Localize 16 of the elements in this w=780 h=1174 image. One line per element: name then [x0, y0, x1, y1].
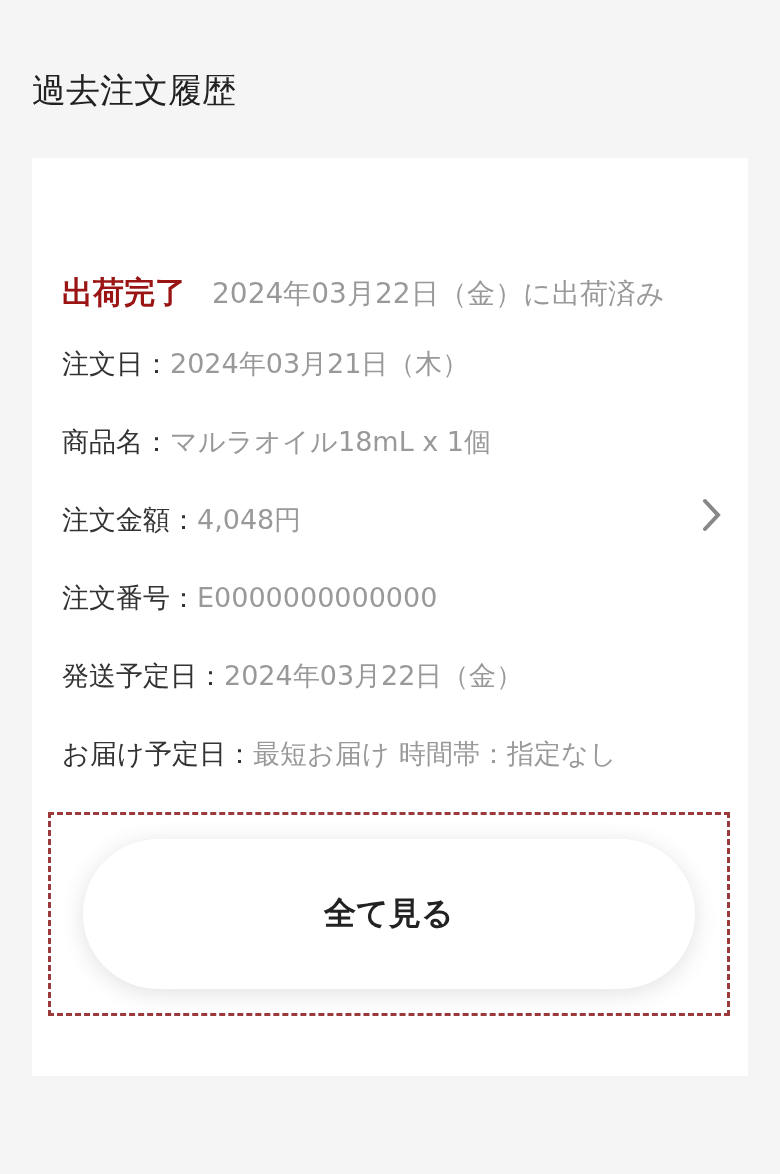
detail-value: E0000000000000 [197, 582, 438, 613]
detail-label: 注文日： [62, 348, 170, 379]
chevron-right-icon[interactable] [702, 498, 722, 532]
shipping-status: 出荷完了 2024年03月22日（金）に出荷済み [62, 273, 666, 312]
detail-label: 発送予定日： [62, 660, 224, 691]
page-title: 過去注文履歴 [31, 69, 237, 112]
detail-value: 4,048円 [197, 504, 302, 535]
detail-value: 2024年03月21日（木） [170, 348, 470, 379]
detail-value: 2024年03月22日（金） [224, 660, 524, 691]
detail-label: お届け予定日： [62, 738, 253, 769]
detail-label: 注文番号： [62, 582, 197, 613]
detail-value: 最短お届け 時間帯：指定なし [253, 738, 617, 769]
detail-label: 商品名： [62, 426, 170, 457]
detail-label: 注文金額： [62, 504, 197, 535]
detail-value: マルラオイル18mL x 1個 [170, 426, 492, 457]
view-all-button[interactable]: 全て見る [83, 839, 695, 989]
